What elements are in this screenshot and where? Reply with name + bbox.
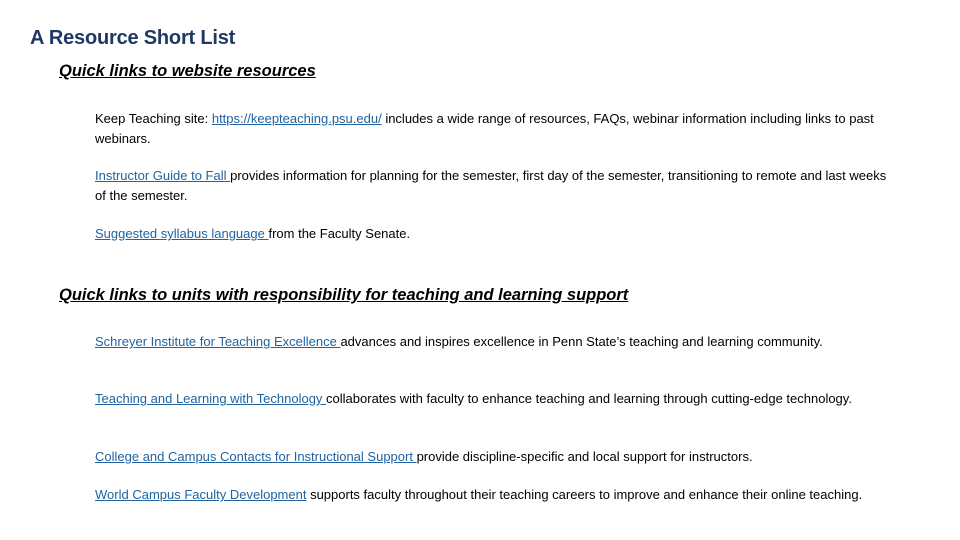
schreyer-institute-link[interactable]: Schreyer Institute for Teaching Excellen… [95,334,340,349]
resource-item-campus-contacts: College and Campus Contacts for Instruct… [95,447,895,467]
teaching-learning-technology-link[interactable]: Teaching and Learning with Technology [95,391,326,406]
keep-teaching-link[interactable]: https://keepteaching.psu.edu/ [212,111,382,126]
resource-item-tlt: Teaching and Learning with Technology co… [95,389,895,409]
resource-description: provide discipline-specific and local su… [416,449,753,464]
world-campus-faculty-link[interactable]: World Campus Faculty Development [95,487,306,502]
resource-item-keep-teaching: Keep Teaching site: https://keepteaching… [95,109,895,149]
instructor-guide-link[interactable]: Instructor Guide to Fall [95,168,230,183]
resource-description: from the Faculty Senate. [268,226,411,241]
section-heading-support-units: Quick links to units with responsibility… [59,286,629,304]
resource-item-syllabus-language: Suggested syllabus language from the Fac… [95,224,895,244]
campus-contacts-link[interactable]: College and Campus Contacts for Instruct… [95,449,417,464]
resource-description: supports faculty throughout their teachi… [306,487,863,502]
syllabus-language-link[interactable]: Suggested syllabus language [95,226,268,241]
resource-prefix: Keep Teaching site: [95,111,212,126]
page-title: A Resource Short List [30,27,236,49]
resource-item-schreyer: Schreyer Institute for Teaching Excellen… [95,332,895,352]
section-heading-website-resources: Quick links to website resources [59,62,316,80]
resource-description: advances and inspires excellence in Penn… [340,334,823,349]
resource-item-instructor-guide: Instructor Guide to Fall provides inform… [95,166,895,206]
resource-description: collaborates with faculty to enhance tea… [326,391,852,406]
resource-item-world-campus: World Campus Faculty Development support… [95,485,895,505]
